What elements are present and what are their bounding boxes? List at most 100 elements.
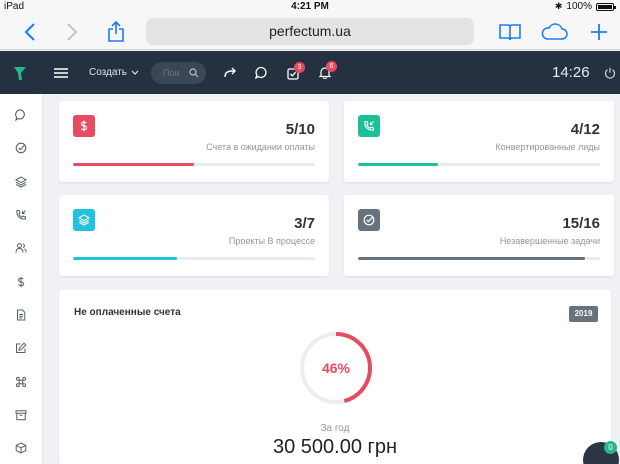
layers-icon (15, 176, 27, 188)
tasks-header-button[interactable]: 3 (287, 51, 305, 94)
dollar-icon (18, 276, 25, 288)
stat-value: 3/7 (294, 215, 315, 232)
check-circle-icon (363, 214, 375, 226)
sidebar-item-leads[interactable] (13, 207, 29, 223)
unpaid-title: Не оплаченные счета (74, 307, 181, 318)
stat-progress-fill (358, 163, 438, 166)
check-circle-icon (15, 142, 27, 154)
year-badge[interactable]: 2019 (569, 306, 598, 322)
layers-icon (78, 214, 90, 226)
command-icon (15, 376, 27, 388)
logout-button[interactable] (604, 51, 616, 94)
new-tab-button[interactable] (585, 18, 613, 46)
unpaid-amount: 30 500.00 грн (273, 436, 397, 458)
book-icon (499, 24, 521, 41)
stat-card-leads[interactable]: 4/12 Конвертированные лиды (344, 101, 614, 182)
stat-icon-box (358, 209, 380, 231)
share-icon (108, 21, 124, 42)
battery-icon (596, 2, 616, 11)
stat-card-projects[interactable]: 3/7 Проекты В процессе (59, 195, 329, 276)
sidebar-item-archive[interactable] (13, 407, 29, 423)
document-icon (17, 309, 26, 321)
chat-badge: 0 (604, 441, 617, 454)
address-bar[interactable]: perfectum.ua (146, 18, 474, 45)
browser-toolbar: perfectum.ua (0, 14, 620, 50)
stat-icon-box (73, 209, 95, 231)
hamburger-icon (54, 67, 68, 78)
stat-progress-fill (73, 163, 194, 166)
search-input[interactable] (163, 68, 185, 78)
sidebar-item-projects[interactable] (13, 174, 29, 190)
speech-bubble-icon (15, 109, 25, 121)
chevron-down-icon (131, 70, 139, 75)
stat-label: Конвертированные лиды (495, 142, 600, 152)
sidebar-item-clients[interactable] (13, 240, 29, 256)
share-action-button[interactable] (224, 51, 237, 94)
phone-incoming-icon (16, 210, 26, 220)
clock-time: 14:26 (552, 64, 590, 81)
search-box (151, 62, 206, 84)
notifications-badge: 6 (326, 61, 337, 72)
speech-bubble-icon (255, 66, 267, 79)
sidebar-item-products[interactable] (13, 440, 29, 456)
stat-label: Проекты В процессе (228, 236, 315, 246)
battery-percent: 100% (566, 1, 592, 12)
share-button[interactable] (102, 18, 130, 46)
app-header: Создать 3 6 14:26 (0, 51, 620, 94)
sidebar-item-chat[interactable] (13, 107, 29, 123)
forward-button[interactable] (58, 18, 86, 46)
clock: 14:26 (552, 51, 590, 94)
plus-icon (591, 24, 607, 40)
sidebar-item-documents[interactable] (13, 307, 29, 323)
stat-value: 4/12 (570, 121, 600, 138)
status-right: ✱ 100% (554, 1, 616, 12)
status-time: 4:21 PM (291, 1, 329, 12)
users-icon (15, 243, 27, 253)
stat-label: Незавершенные задачи (499, 236, 600, 246)
stat-value: 15/16 (562, 215, 600, 232)
chevron-right-icon (67, 23, 78, 41)
donut-percent: 46% (321, 360, 351, 376)
unpaid-invoices-card: Не оплаченные счета 2019 46% За год 30 5… (59, 290, 611, 464)
back-button[interactable] (16, 18, 44, 46)
redo-arrow-icon (224, 67, 236, 78)
cloud-icon (541, 23, 568, 40)
stat-card-tasks[interactable]: 15/16 Незавершенные задачи (344, 195, 614, 276)
stat-icon-box (73, 115, 95, 137)
stat-label: Счета в ожидании оплаты (206, 142, 315, 152)
dollar-icon (80, 120, 88, 132)
stat-card-invoices[interactable]: 5/10 Счета в ожидании оплаты (59, 101, 329, 182)
create-label: Создать (89, 67, 128, 78)
search-icon[interactable] (189, 68, 199, 78)
notifications-button[interactable]: 6 (318, 51, 337, 94)
stat-progress-fill (358, 257, 586, 260)
power-icon (604, 67, 616, 79)
menu-toggle[interactable] (54, 51, 68, 94)
bookmarks-button[interactable] (496, 18, 524, 46)
phone-incoming-icon (364, 120, 375, 131)
sidebar (0, 94, 43, 464)
stat-progress (358, 257, 600, 260)
archive-icon (15, 410, 27, 421)
bluetooth-icon: ✱ (554, 1, 563, 11)
chat-header-button[interactable] (255, 51, 268, 94)
sidebar-item-finance[interactable] (13, 274, 29, 290)
stat-progress (73, 163, 315, 166)
stat-value: 5/10 (285, 121, 315, 138)
stat-progress (73, 257, 315, 260)
stat-progress (358, 163, 600, 166)
period-label: За год (320, 423, 350, 434)
cloud-tabs-button[interactable] (540, 18, 568, 46)
pencil-square-icon (16, 342, 27, 353)
sidebar-item-tasks[interactable] (13, 140, 29, 156)
app-logo[interactable] (13, 51, 27, 94)
chevron-left-icon (24, 23, 35, 41)
sidebar-item-commands[interactable] (13, 374, 29, 390)
logo-icon (14, 66, 26, 80)
sidebar-item-edit[interactable] (13, 340, 29, 356)
box-icon (15, 442, 27, 454)
create-dropdown[interactable]: Создать (89, 51, 139, 94)
tasks-badge: 3 (294, 61, 305, 73)
stat-icon-box (358, 115, 380, 137)
stat-progress-fill (73, 257, 178, 260)
